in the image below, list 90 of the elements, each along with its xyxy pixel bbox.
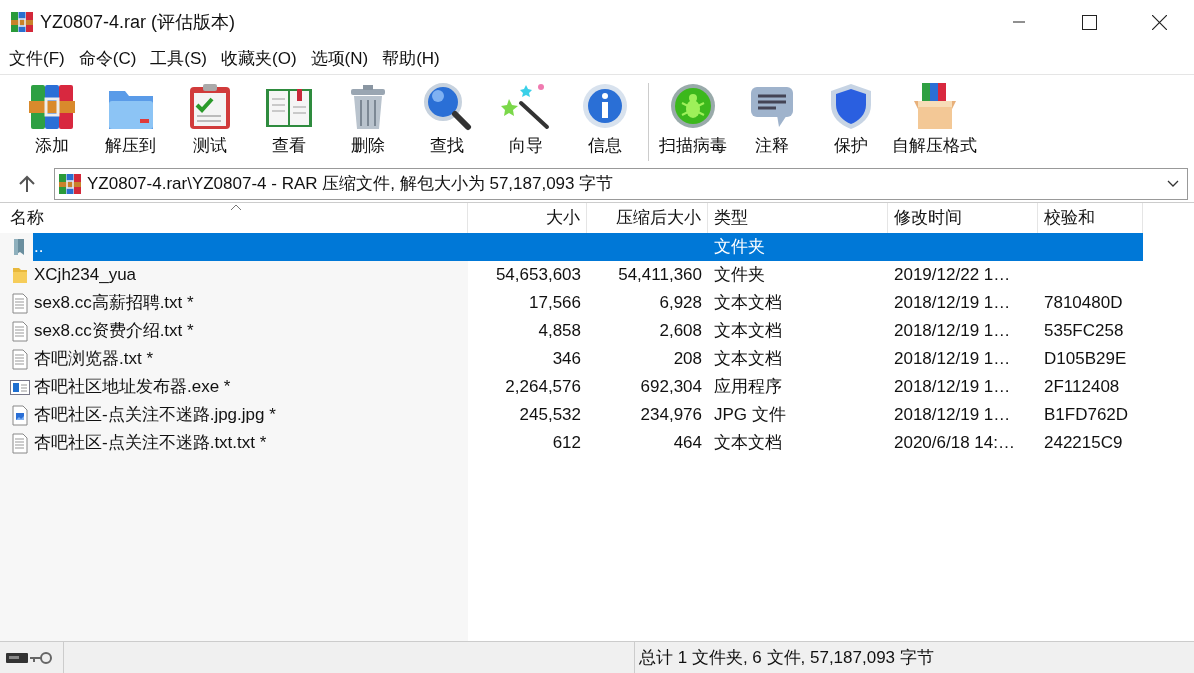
toolbar-button[interactable]: 扫描病毒	[653, 81, 732, 157]
file-row[interactable]: .. 文件夹	[33, 233, 1143, 261]
file-name: 杏吧社区-点关注不迷路.jpg.jpg *	[34, 404, 276, 427]
file-row[interactable]: 杏吧社区-点关注不迷路.txt.txt * 612 464 文本文档 2020/6/18 14:… 242215C9	[33, 429, 1143, 457]
table-cell-text: 612	[552, 432, 581, 455]
status-text: 总计 1 文件夹, 6 文件, 57,187,093 字节	[639, 646, 934, 669]
toolbar-button[interactable]: 自解压格式	[890, 81, 979, 157]
toolbar-button[interactable]: 信息	[565, 81, 644, 157]
table-cell-text: 54,411,360	[618, 264, 702, 287]
magic-wand-icon	[500, 81, 551, 131]
table-cell-text: 2018/12/19 1…	[894, 292, 1011, 315]
table-cell-text: 7810480D	[1044, 292, 1123, 315]
table-cell-text: 文本文档	[714, 292, 782, 315]
table-cell-text: B1FD762D	[1044, 404, 1129, 427]
toolbar-button[interactable]: 查看	[249, 81, 328, 157]
table-cell-text: 2F112408	[1044, 376, 1120, 399]
table-cell-text: 2019/12/22 1…	[894, 264, 1011, 287]
toolbar-button[interactable]: 向导	[486, 81, 565, 157]
magnifier-icon	[421, 81, 472, 131]
table-cell-text: 234,976	[640, 404, 702, 427]
toolbar-button[interactable]: 保护	[811, 81, 890, 157]
file-name: 杏吧社区-点关注不迷路.txt.txt *	[34, 432, 267, 455]
table-cell-text: JPG 文件	[714, 404, 786, 427]
table-cell-text: 208	[673, 348, 702, 371]
address-text: YZ0807-4.rar\YZ0807-4 - RAR 压缩文件, 解包大小为 57,187,093 字节	[87, 173, 614, 196]
window-title: YZ0807-4.rar (评估版本)	[40, 10, 236, 34]
file-row[interactable]: 杏吧浏览器.txt * 346 208 文本文档 2018/12/19 1… D105B29E	[33, 345, 1143, 373]
table-cell-text: D105B29E	[1044, 348, 1127, 371]
menu-item[interactable]: 收藏夹(O)	[214, 44, 304, 74]
toolbar-button[interactable]: 测试	[170, 81, 249, 157]
table-cell-text: 2018/12/19 1…	[894, 320, 1011, 343]
table-cell-text: 245,532	[519, 404, 581, 427]
image-file-icon	[10, 404, 30, 426]
address-bar[interactable]: YZ0807-4.rar\YZ0807-4 - RAR 压缩文件, 解包大小为 57,187,093 字节	[54, 168, 1188, 200]
table-cell-text: 2018/12/19 1…	[894, 348, 1011, 371]
table-cell-text: 464	[673, 432, 702, 455]
file-name: ..	[34, 236, 44, 259]
toolbar-button[interactable]: 注释	[732, 81, 811, 157]
table-cell-text: 692,304	[640, 376, 702, 399]
table-cell-text: 242215C9	[1044, 432, 1123, 455]
table-cell-text: 2,608	[659, 320, 702, 343]
menu-item[interactable]: 文件(F)	[2, 44, 72, 74]
dropdown-caret-icon[interactable]	[1167, 180, 1179, 188]
file-row[interactable]: 杏吧社区地址发布器.exe * 2,264,576 692,304 应用程序 2018/12/19 1… 2F112408	[33, 373, 1143, 401]
menu-item[interactable]: 帮助(H)	[375, 44, 447, 74]
table-cell-text: 文本文档	[714, 320, 782, 343]
file-row[interactable]: sex8.cc资费介绍.txt * 4,858 2,608 文本文档 2018/12/19 1… 535FC258	[33, 317, 1143, 345]
table-cell-text: 应用程序	[714, 376, 782, 399]
file-name: 杏吧浏览器.txt *	[34, 348, 153, 371]
menu-item[interactable]: 命令(C)	[71, 44, 144, 74]
toolbar-button[interactable]: 解压到	[91, 81, 170, 157]
file-name: sex8.cc资费介绍.txt *	[34, 320, 194, 343]
archive-icon	[58, 173, 82, 195]
table-cell-text: 535FC258	[1044, 320, 1124, 343]
file-name: 杏吧社区地址发布器.exe *	[34, 376, 231, 399]
archive-icon	[10, 11, 34, 33]
table-cell-text: 2018/12/19 1…	[894, 376, 1011, 399]
file-name: XCjh234_yua	[34, 264, 137, 287]
drive-icon[interactable]	[6, 651, 28, 664]
text-file-icon	[10, 432, 30, 454]
text-file-icon	[10, 292, 30, 314]
maximize-icon	[1081, 14, 1097, 30]
table-cell-text: 17,566	[529, 292, 581, 315]
table-cell-text: 54,653,603	[495, 264, 581, 287]
minimize-icon	[1013, 21, 1025, 23]
sort-caret-icon	[230, 204, 242, 210]
menu-item[interactable]: 选项(N)	[303, 44, 376, 74]
file-row[interactable]: XCjh234_yua 54,653,603 54,411,360 文件夹 2019/12/22 1…	[33, 261, 1143, 289]
text-file-icon	[10, 320, 30, 342]
table-cell-text: 文件夹	[714, 236, 765, 259]
menu-item[interactable]: 工具(S)	[143, 44, 214, 74]
table-cell-text: 2,264,576	[505, 376, 581, 399]
table-cell-text: 6,928	[659, 292, 702, 315]
table-cell-text: 346	[552, 348, 581, 371]
text-file-icon	[10, 348, 30, 370]
table-cell-text: 2018/12/19 1…	[894, 404, 1011, 427]
file-name: sex8.cc高薪招聘.txt *	[34, 292, 194, 315]
toolbar-button[interactable]: 删除	[328, 81, 407, 157]
toolbar-button[interactable]: 添加	[12, 81, 91, 157]
up-arrow-icon[interactable]	[18, 175, 36, 193]
toolbar-button[interactable]: 查找	[407, 81, 486, 157]
table-cell-text: 2020/6/18 14:…	[894, 432, 1015, 455]
table-cell-text: 文本文档	[714, 348, 782, 371]
file-row[interactable]: sex8.cc高薪招聘.txt * 17,566 6,928 文本文档 2018/12/19 1… 7810480D	[33, 289, 1143, 317]
table-cell-text: 文本文档	[714, 432, 782, 455]
table-cell-text: 文件夹	[714, 264, 765, 287]
file-row[interactable]: 杏吧社区-点关注不迷路.jpg.jpg * 245,532 234,976 JPG 文件 2018/12/19 1… B1FD762D	[33, 401, 1143, 429]
table-cell-text: 4,858	[538, 320, 581, 343]
key-icon[interactable]	[30, 650, 52, 665]
close-icon	[1151, 14, 1167, 30]
